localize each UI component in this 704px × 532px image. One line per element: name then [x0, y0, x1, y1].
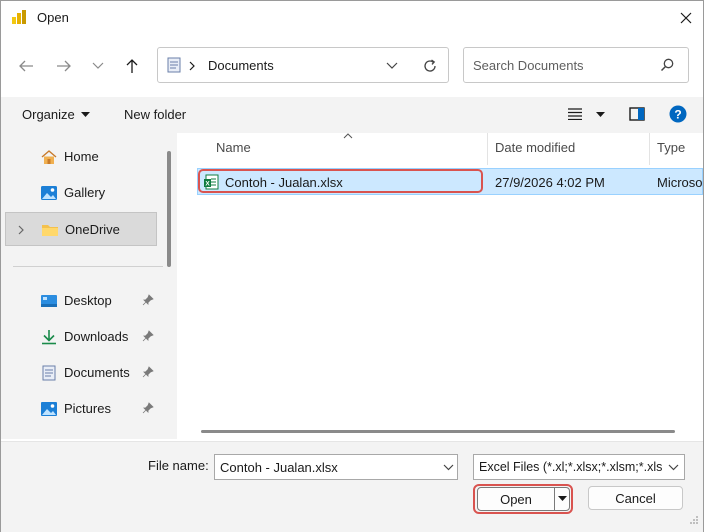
file-type-value: Excel Files (*.xl;*.xlsx;*.xlsm;*.xls	[479, 460, 663, 474]
sidebar-item-label: Downloads	[64, 329, 129, 344]
desktop-icon	[41, 295, 57, 307]
sidebar-item-documents[interactable]: Documents	[5, 356, 157, 390]
horizontal-scrollbar[interactable]	[201, 430, 675, 433]
sidebar-item-label: Pictures	[64, 401, 111, 416]
file-date: 27/9/2026 4:02 PM	[495, 175, 605, 190]
up-button[interactable]	[119, 53, 145, 79]
chevron-right-icon[interactable]	[18, 225, 24, 235]
column-header: Name Date modified Type	[181, 133, 703, 165]
search-icon[interactable]	[660, 58, 674, 72]
command-bar: Organize New folder ?	[1, 97, 703, 133]
app-icon	[12, 10, 26, 24]
column-divider[interactable]	[487, 133, 488, 165]
folder-icon	[42, 225, 58, 236]
svg-text:?: ?	[674, 108, 681, 122]
organize-button[interactable]: Organize	[22, 107, 75, 122]
pin-icon[interactable]	[142, 294, 154, 306]
search-box[interactable]	[463, 47, 689, 83]
column-divider[interactable]	[649, 133, 650, 165]
arrow-up-icon	[126, 59, 138, 73]
new-folder-button[interactable]: New folder	[124, 107, 186, 122]
sidebar-item-label: Gallery	[64, 185, 106, 200]
title-bar: Open	[1, 1, 703, 35]
search-input[interactable]	[473, 56, 653, 74]
document-icon	[42, 365, 56, 381]
close-button[interactable]	[673, 5, 699, 31]
file-name-label: File name:	[148, 458, 209, 473]
cancel-button-label: Cancel	[615, 490, 656, 506]
sidebar-divider	[13, 266, 163, 267]
chevron-down-icon[interactable]	[443, 464, 454, 471]
breadcrumb-documents[interactable]: Documents	[208, 58, 274, 73]
recent-locations-button[interactable]	[85, 53, 111, 79]
sidebar-item-downloads[interactable]: Downloads	[5, 320, 157, 354]
sidebar-item-label: Documents	[64, 365, 130, 380]
pin-icon[interactable]	[142, 366, 154, 378]
document-icon	[167, 57, 181, 73]
close-icon	[680, 12, 692, 24]
sidebar-item-home[interactable]: Home	[5, 140, 157, 174]
sidebar-item-label: OneDrive	[65, 222, 120, 237]
forward-button[interactable]	[51, 53, 77, 79]
pin-icon[interactable]	[142, 330, 154, 342]
arrow-right-icon	[57, 60, 71, 72]
arrow-left-icon	[19, 60, 33, 72]
address-bar[interactable]: Documents	[157, 47, 449, 83]
help-icon[interactable]: ?	[669, 105, 687, 123]
column-type[interactable]: Type	[657, 140, 685, 155]
highlight-annotation	[198, 169, 483, 193]
file-name-value: Contoh - Jualan.xlsx	[220, 460, 338, 475]
sidebar-item-onedrive[interactable]: OneDrive	[5, 212, 157, 246]
download-icon	[42, 330, 56, 345]
pictures-icon	[41, 402, 57, 416]
chevron-down-icon[interactable]	[668, 464, 679, 471]
view-menu-icon[interactable]	[568, 108, 582, 120]
column-date-modified[interactable]: Date modified	[495, 140, 575, 155]
open-dialog: Open Documents Search Documents Organize…	[0, 0, 704, 532]
file-name-field[interactable]: Contoh - Jualan.xlsx	[214, 454, 458, 480]
sidebar-item-gallery[interactable]: Gallery	[5, 176, 157, 210]
chevron-down-icon	[92, 62, 104, 69]
caret-down-icon[interactable]	[81, 112, 90, 118]
cancel-button[interactable]: Cancel	[588, 486, 683, 510]
sidebar-item-label: Home	[64, 149, 99, 164]
preview-pane-icon[interactable]	[629, 107, 645, 121]
sidebar-item-label: Desktop	[64, 293, 112, 308]
pin-icon[interactable]	[142, 402, 154, 414]
back-button[interactable]	[13, 53, 39, 79]
resize-grip-icon[interactable]	[689, 515, 699, 525]
gallery-icon	[41, 186, 57, 200]
chevron-right-icon	[189, 61, 195, 71]
column-name[interactable]: Name	[216, 140, 251, 155]
window-title: Open	[37, 10, 69, 25]
home-icon	[41, 150, 57, 164]
caret-down-icon[interactable]	[596, 112, 605, 118]
refresh-icon[interactable]	[422, 58, 438, 74]
navigation-scrollbar[interactable]	[167, 151, 171, 267]
sidebar-item-pictures[interactable]: Pictures	[5, 392, 157, 426]
sort-ascending-icon	[343, 133, 353, 139]
sidebar-item-desktop[interactable]: Desktop	[5, 284, 157, 318]
chevron-down-icon[interactable]	[386, 62, 398, 70]
file-type: Microso	[657, 175, 703, 190]
highlight-annotation	[473, 484, 573, 514]
file-type-select[interactable]: Excel Files (*.xl;*.xlsx;*.xlsm;*.xls	[473, 454, 685, 480]
